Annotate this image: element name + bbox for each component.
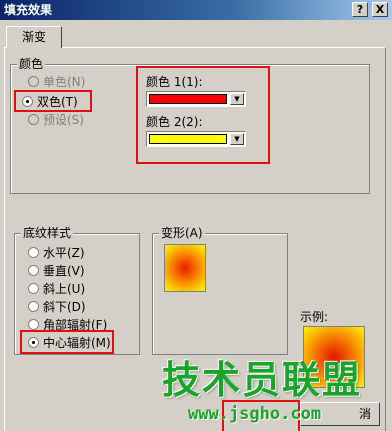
- watermark-url: www.jsgho.com: [188, 404, 322, 424]
- cancel-button-label: 消: [358, 407, 371, 421]
- window-title: 填充效果: [4, 3, 53, 17]
- radio-preset-dot: [28, 113, 39, 125]
- radio-from-corner-dot: [28, 318, 39, 330]
- colors-group-label: 颜色: [17, 57, 46, 71]
- radio-preset[interactable]: 预设(S): [28, 111, 84, 127]
- radio-one-color-label: 单色(N): [43, 74, 86, 89]
- watermark-logo: 技术员联盟: [162, 358, 363, 402]
- close-button[interactable]: X: [372, 2, 388, 17]
- highlight-from-center: [20, 330, 114, 354]
- variants-group-label: 变形(A): [159, 226, 205, 240]
- radio-diagonal-up-label: 斜上(U): [43, 281, 86, 296]
- title-bar: 填充效果 ? X: [0, 0, 392, 20]
- sample-label: 示例:: [300, 310, 329, 324]
- tab-gradient-label: 渐变: [21, 30, 46, 44]
- radio-diagonal-up[interactable]: 斜上(U): [28, 280, 85, 296]
- help-button[interactable]: ?: [352, 2, 368, 17]
- highlight-two-color: [14, 90, 92, 112]
- variant-preview-selected[interactable]: [164, 244, 206, 292]
- tab-gradient[interactable]: 渐变: [6, 26, 62, 48]
- highlight-colors: [136, 66, 270, 164]
- radio-diagonal-down-dot: [28, 300, 39, 312]
- radio-vertical[interactable]: 垂直(V): [28, 262, 85, 278]
- radio-horizontal[interactable]: 水平(Z): [28, 244, 85, 260]
- shading-group-label: 底纹样式: [21, 226, 74, 240]
- radio-horizontal-label: 水平(Z): [43, 245, 85, 260]
- radio-preset-label: 预设(S): [43, 112, 84, 127]
- radio-vertical-label: 垂直(V): [43, 263, 85, 278]
- radio-one-color[interactable]: 单色(N): [28, 73, 85, 89]
- radio-diagonal-down[interactable]: 斜下(D): [28, 298, 86, 314]
- radio-one-color-dot: [28, 75, 39, 87]
- radio-diagonal-down-label: 斜下(D): [43, 299, 86, 314]
- radio-diagonal-up-dot: [28, 282, 39, 294]
- radio-vertical-dot: [28, 264, 39, 276]
- radio-horizontal-dot: [28, 246, 39, 258]
